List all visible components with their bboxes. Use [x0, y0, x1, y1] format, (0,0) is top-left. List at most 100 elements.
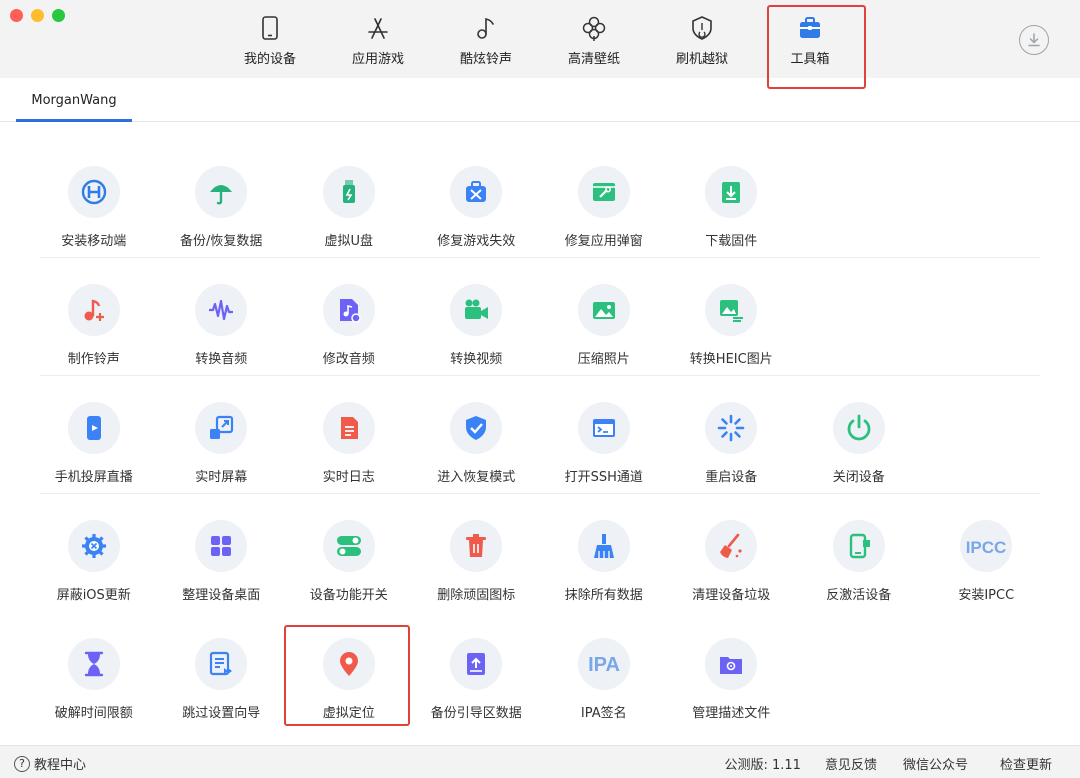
nav-item-label: 刷机越狱 [675, 52, 728, 67]
flower-icon [582, 16, 606, 41]
phone-icon [262, 16, 278, 40]
nav-item-my-device[interactable]: 我的设备 [216, 0, 324, 78]
tool-item-audio-file[interactable]: 修改音频 [285, 258, 413, 376]
tool-icon-circle [705, 166, 758, 218]
tool-label: 屏蔽iOS更新 [56, 588, 131, 603]
tool-item-terminal-window[interactable]: 打开SSH通道 [540, 376, 668, 494]
tool-item-screen-cast[interactable]: 手机投屏直播 [30, 376, 158, 494]
tool-label: IPA签名 [580, 706, 627, 721]
tool-item-profile-folder[interactable]: 管理描述文件 [668, 612, 796, 730]
photo-icon [592, 302, 615, 319]
tools-row: 制作铃声 转换音频 修改音频 转换视频 压缩照片 转换HEIC图片 [30, 258, 1050, 376]
tool-item-ipcc[interactable]: IPCC 安装IPCC [923, 494, 1051, 612]
tool-icon-circle [322, 520, 375, 572]
svg-text:IPA: IPA [588, 654, 620, 676]
tool-item-trash[interactable]: 删除顽固图标 [413, 494, 541, 612]
shield-check-icon [466, 416, 487, 440]
tool-icon-circle [577, 520, 630, 572]
tool-item-download-firmware[interactable]: 下载固件 [668, 140, 796, 258]
nav-item-wallpapers[interactable]: 高清壁纸 [540, 0, 648, 78]
tutorial-center-label: 教程中心 [34, 758, 87, 773]
nav-item-ringtones[interactable]: 酷炫铃声 [432, 0, 540, 78]
maximize-window-button[interactable] [52, 9, 65, 22]
tool-label: 安装移动端 [61, 234, 127, 249]
tool-icon-circle [832, 520, 885, 572]
tool-item-log-file[interactable]: 实时日志 [285, 376, 413, 494]
minimize-window-button[interactable] [31, 9, 44, 22]
tool-label: 反激活设备 [826, 588, 892, 603]
device-tab[interactable]: MorganWang [16, 78, 132, 122]
tool-item-make-ringtone[interactable]: 制作铃声 [30, 258, 158, 376]
nav-item-jailbreak[interactable]: 刷机越狱 [648, 0, 756, 78]
install-mobile-icon [81, 179, 106, 205]
tool-label: 管理描述文件 [692, 706, 771, 721]
tool-label: 压缩照片 [577, 352, 630, 367]
close-window-button[interactable] [10, 9, 23, 22]
tool-item-shield-check[interactable]: 进入恢复模式 [413, 376, 541, 494]
tool-item-photo[interactable]: 压缩照片 [540, 258, 668, 376]
ipa-icon: IPA [588, 654, 620, 676]
app-store-icon [368, 18, 388, 39]
tool-item-skip-setup[interactable]: 跳过设置向导 [158, 612, 286, 730]
download-firmware-icon [722, 182, 741, 203]
tool-item-toolbox-repair[interactable]: 修复游戏失效 [413, 140, 541, 258]
tool-item-umbrella[interactable]: 备份/恢复数据 [158, 140, 286, 258]
tool-icon-circle [67, 520, 120, 572]
nav-item-apps-games[interactable]: 应用游戏 [324, 0, 432, 78]
tool-item-broom[interactable]: 抹除所有数据 [540, 494, 668, 612]
tool-icon-circle [450, 520, 503, 572]
profile-folder-icon [720, 657, 743, 674]
shield-icon [692, 16, 712, 40]
device-tab-bar: MorganWang [0, 78, 1080, 122]
tool-item-deactivate-phone[interactable]: 反激活设备 [795, 494, 923, 612]
gear-block-icon [81, 534, 106, 558]
tool-item-install-mobile[interactable]: 安装移动端 [30, 140, 158, 258]
tool-label: 转换音频 [195, 352, 248, 367]
svg-text:IPCC: IPCC [966, 538, 1006, 557]
tool-icon-circle [705, 638, 758, 690]
tool-label: 制作铃声 [67, 352, 120, 367]
app-window: 我的设备 应用游戏 酷炫铃声 高清壁纸 刷机越狱 工具箱 MorganWang … [0, 0, 1080, 778]
tool-item-ipa[interactable]: IPA IPA签名 [540, 612, 668, 730]
tool-icon-circle [450, 166, 503, 218]
tool-item-heic-image[interactable]: 转换HEIC图片 [668, 258, 796, 376]
tool-item-video-camera[interactable]: 转换视频 [413, 258, 541, 376]
tool-icon-circle [577, 284, 630, 336]
tool-icon-circle [832, 402, 885, 454]
tool-item-window-repair[interactable]: 修复应用弹窗 [540, 140, 668, 258]
check-update-link[interactable]: 检查更新 [1000, 754, 1052, 773]
tool-item-gear-block[interactable]: 屏蔽iOS更新 [30, 494, 158, 612]
tool-icon-circle [322, 166, 375, 218]
tool-item-waveform[interactable]: 转换音频 [158, 258, 286, 376]
feedback-link[interactable]: 意见反馈 [825, 754, 877, 773]
tool-icon-circle [195, 402, 248, 454]
trash-icon [466, 534, 487, 557]
video-camera-icon [465, 299, 489, 319]
tool-item-usb-drive[interactable]: 虚拟U盘 [285, 140, 413, 258]
status-footer: ? 教程中心 公测版: 1.11 意见反馈 微信公众号 检查更新 [0, 745, 1080, 778]
tool-icon-circle [67, 284, 120, 336]
tool-item-live-screen[interactable]: 实时屏幕 [158, 376, 286, 494]
download-manager-button[interactable] [1019, 25, 1049, 55]
tool-item-grid[interactable]: 整理设备桌面 [158, 494, 286, 612]
help-icon: ? [14, 755, 30, 772]
tool-icon-circle [195, 638, 248, 690]
tool-icon-circle [67, 166, 120, 218]
tool-label: 关闭设备 [832, 470, 885, 485]
tool-item-restart-spinner[interactable]: 重启设备 [668, 376, 796, 494]
tool-item-hourglass[interactable]: 破解时间限额 [30, 612, 158, 730]
tool-item-power[interactable]: 关闭设备 [795, 376, 923, 494]
footer-right-group: 公测版: 1.11 意见反馈 微信公众号 检查更新 [724, 754, 1052, 773]
log-file-icon [340, 417, 358, 439]
wechat-link[interactable]: 微信公众号 [903, 754, 968, 773]
tool-item-toggle[interactable]: 设备功能开关 [285, 494, 413, 612]
usb-drive-icon [342, 180, 355, 203]
tool-item-backup-boot[interactable]: 备份引导区数据 [413, 612, 541, 730]
backup-boot-icon [467, 653, 486, 675]
tool-icon-circle [705, 284, 758, 336]
tool-label: 手机投屏直播 [54, 470, 133, 485]
tool-label: 修复应用弹窗 [564, 234, 643, 249]
tutorial-center-link[interactable]: ? 教程中心 [14, 754, 86, 773]
audio-file-icon [339, 299, 361, 323]
tool-item-clean-brush[interactable]: 清理设备垃圾 [668, 494, 796, 612]
